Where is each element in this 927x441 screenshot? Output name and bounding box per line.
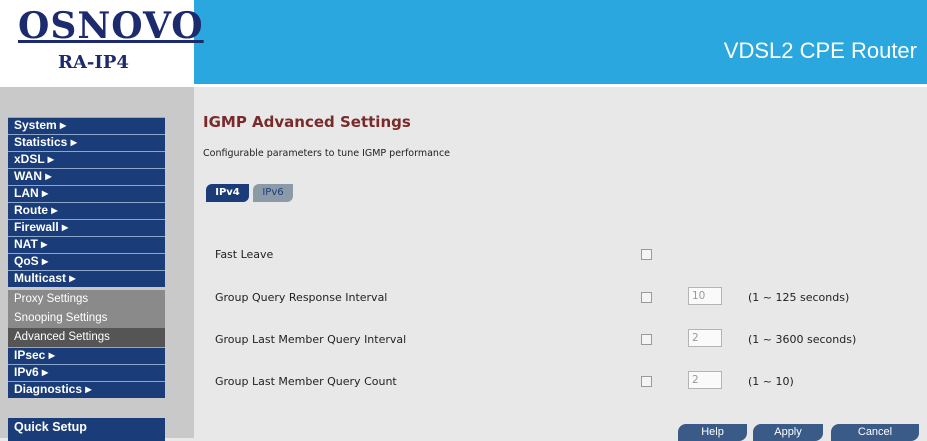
group-last-member-query-count-checkbox[interactable] xyxy=(641,376,652,387)
sidebar-item-xdsl[interactable]: xDSL ▸ xyxy=(8,151,165,168)
sidebar-subitem-snooping-settings[interactable]: Snooping Settings xyxy=(8,309,165,328)
group-last-member-query-count-label: Group Last Member Query Count xyxy=(215,375,397,388)
group-query-response-interval-label: Group Query Response Interval xyxy=(215,291,388,304)
group-query-response-interval-input[interactable]: 10 xyxy=(688,287,722,305)
sidebar-item-qos[interactable]: QoS ▸ xyxy=(8,253,165,270)
sidebar-item-diagnostics[interactable]: Diagnostics ▸ xyxy=(8,381,165,398)
sidebar-item-route[interactable]: Route ▸ xyxy=(8,202,165,219)
sidebar-item-multicast[interactable]: Multicast ▸ xyxy=(8,270,165,287)
help-button[interactable]: Help xyxy=(678,424,747,441)
tab-ipv4[interactable]: IPv4 xyxy=(206,184,249,202)
header-title: VDSL2 CPE Router xyxy=(723,38,917,63)
sidebar-subitem-advanced-settings[interactable]: Advanced Settings xyxy=(8,328,165,347)
group-last-member-query-count-input[interactable]: 2 xyxy=(688,371,722,389)
fast-leave-label: Fast Leave xyxy=(215,248,274,261)
group-query-response-interval-checkbox[interactable] xyxy=(641,292,652,303)
main-content: IGMP Advanced Settings Configurable para… xyxy=(194,84,927,441)
group-last-member-query-interval-checkbox[interactable] xyxy=(641,334,652,345)
group-last-member-query-interval-label: Group Last Member Query Interval xyxy=(215,333,407,346)
sidebar-subitem-proxy-settings[interactable]: Proxy Settings xyxy=(8,290,165,309)
logo-model: RA-IP4 xyxy=(58,52,129,73)
page-title: IGMP Advanced Settings xyxy=(203,113,411,131)
group-last-member-query-interval-input[interactable]: 2 xyxy=(688,329,722,347)
sidebar-item-system[interactable]: System ▸ xyxy=(8,117,165,134)
sidebar-item-nat[interactable]: NAT ▸ xyxy=(8,236,165,253)
tab-ipv6[interactable]: IPv6 xyxy=(253,184,293,202)
sidebar-item-ipv6[interactable]: IPv6 ▸ xyxy=(8,364,165,381)
group-last-member-query-count-range: (1 ~ 10) xyxy=(748,375,794,388)
group-query-response-interval-range: (1 ~ 125 seconds) xyxy=(748,291,850,304)
sidebar-item-firewall[interactable]: Firewall ▸ xyxy=(8,219,165,236)
apply-button[interactable]: Apply xyxy=(753,424,823,441)
cancel-button[interactable]: Cancel xyxy=(831,424,919,441)
sidebar-item-lan[interactable]: LAN ▸ xyxy=(8,185,165,202)
logo: OSNOVO RA-IP4 xyxy=(0,0,203,84)
sidebar-item-wan[interactable]: WAN ▸ xyxy=(8,168,165,185)
fast-leave-checkbox[interactable] xyxy=(641,249,652,260)
sidebar-item-ipsec[interactable]: IPsec ▸ xyxy=(8,347,165,364)
page-description: Configurable parameters to tune IGMP per… xyxy=(203,148,451,159)
group-last-member-query-interval-range: (1 ~ 3600 seconds) xyxy=(748,333,857,346)
page-header: OSNOVO RA-IP4 VDSL2 CPE Router xyxy=(0,0,927,84)
sidebar-item-statistics[interactable]: Statistics ▸ xyxy=(8,134,165,151)
logo-brand: OSNOVO xyxy=(18,5,204,47)
sidebar: System ▸ Statistics ▸ xDSL ▸ WAN ▸ LAN ▸… xyxy=(0,84,194,441)
